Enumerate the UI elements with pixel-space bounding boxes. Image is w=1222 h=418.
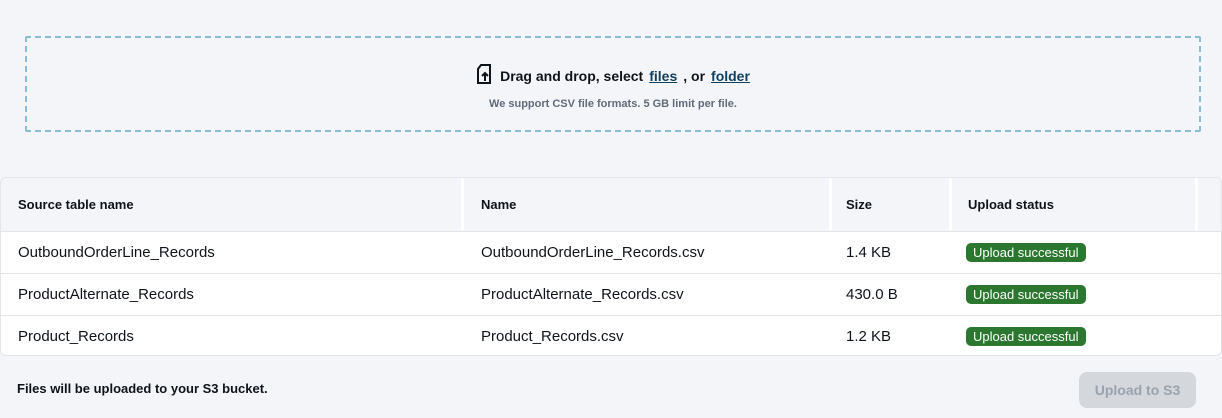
column-resizer[interactable] [829,178,832,230]
upload-note: Files will be uploaded to your S3 bucket… [17,381,268,396]
size-cell: 430.0 B [846,286,898,303]
table-row: OutboundOrderLine_Records OutboundOrderL… [1,231,1221,273]
name-cell: OutboundOrderLine_Records.csv [481,244,705,261]
size-cell: 1.2 KB [846,328,892,345]
column-resizer[interactable] [949,178,952,230]
column-header-status[interactable]: Upload status [968,178,1054,231]
name-cell: ProductAlternate_Records.csv [481,286,684,303]
drop-text: Drag and drop, select [500,67,644,84]
select-folder-link[interactable]: folder [711,68,750,84]
name-cell: Product_Records.csv [481,328,624,345]
table-row: Product_Records Product_Records.csv 1.2 … [1,315,1221,355]
upload-to-s3-button[interactable]: Upload to S3 [1079,372,1196,408]
table-header: Source table name Name Size Upload statu… [1,178,1221,231]
select-files-link[interactable]: files [649,68,677,84]
upload-file-icon [476,64,494,87]
table-row: ProductAlternate_Records ProductAlternat… [1,273,1221,315]
drop-separator: , or [683,67,706,84]
column-header-size[interactable]: Size [846,178,872,231]
source-cell: Product_Records [18,328,134,345]
status-badge: Upload successful [966,243,1086,262]
column-resizer[interactable] [1195,178,1198,230]
size-cell: 1.4 KB [846,244,892,261]
file-drop-zone[interactable]: Drag and drop, select files , or folder … [25,36,1201,132]
status-badge: Upload successful [966,285,1086,304]
drop-hint: We support CSV file formats. 5 GB limit … [489,98,737,110]
column-header-name[interactable]: Name [481,178,516,231]
column-resizer[interactable] [461,178,464,230]
files-table: Source table name Name Size Upload statu… [0,177,1222,356]
status-badge: Upload successful [966,327,1086,346]
source-cell: ProductAlternate_Records [18,286,194,303]
source-cell: OutboundOrderLine_Records [18,244,215,261]
column-header-source[interactable]: Source table name [18,178,134,231]
